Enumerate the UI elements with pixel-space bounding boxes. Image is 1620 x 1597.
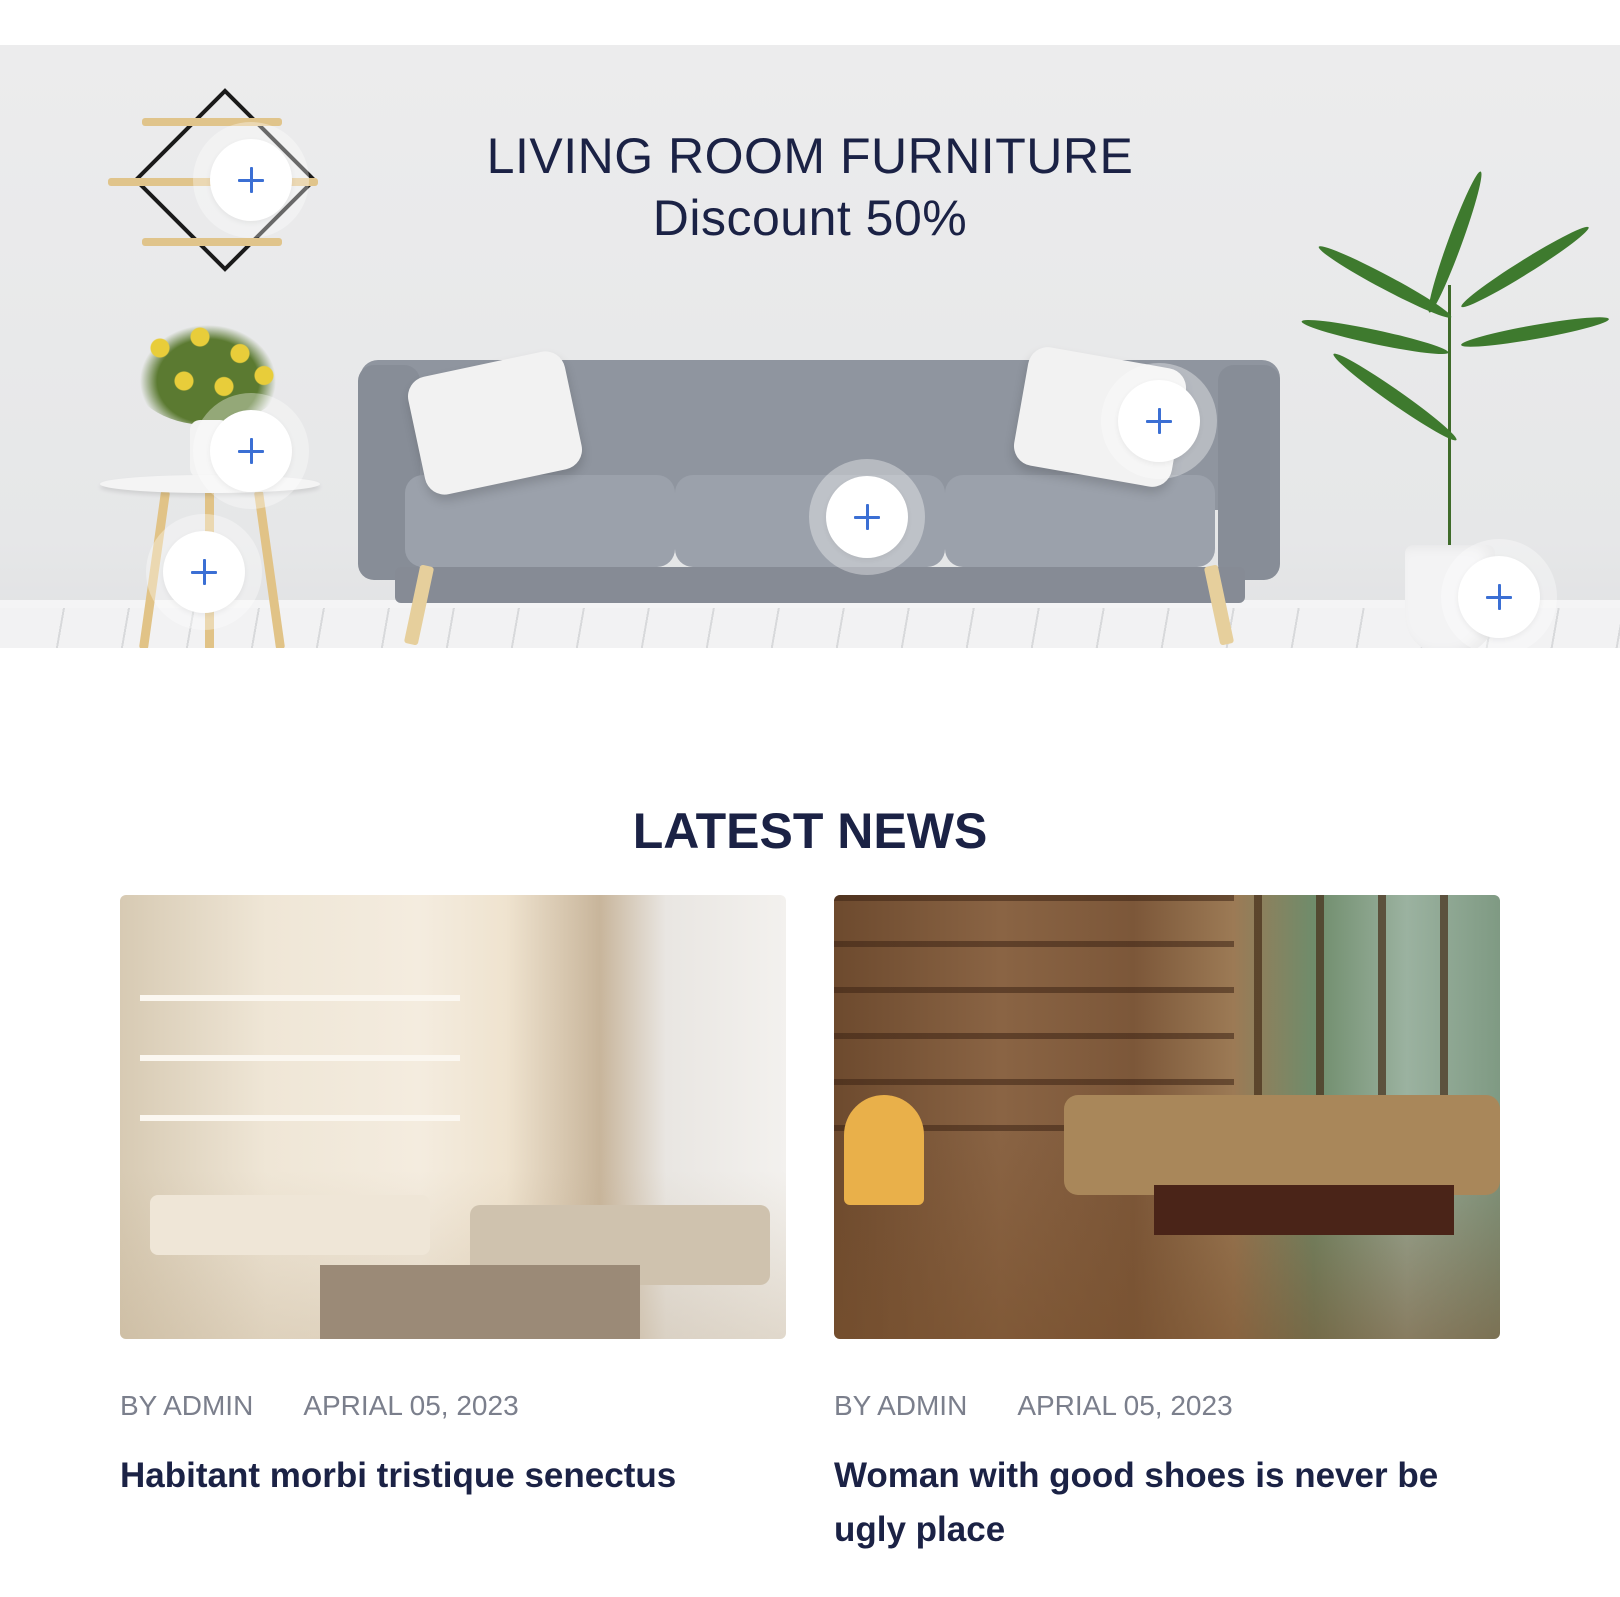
plant-stem <box>1448 285 1451 550</box>
plus-icon <box>210 139 292 221</box>
shelf-line <box>140 995 460 1001</box>
news-date: APRIAL 05, 2023 <box>1017 1390 1233 1421</box>
news-title[interactable]: Habitant morbi tristique senectus <box>120 1449 786 1503</box>
hero-banner: LIVING ROOM FURNITURE Discount 50% <box>0 45 1620 648</box>
plus-icon <box>163 531 245 613</box>
coffee-table-shape <box>320 1265 640 1339</box>
plus-icon <box>210 410 292 492</box>
hotspot-sofa[interactable] <box>809 459 925 575</box>
hotspot-plant-pot[interactable] <box>1441 539 1557 648</box>
news-meta: BY ADMIN APRIAL 05, 2023 <box>120 1389 786 1423</box>
hotspot-wall-shelf[interactable] <box>193 122 309 238</box>
section-title-latest-news: LATEST NEWS <box>632 803 988 859</box>
plus-icon <box>826 476 908 558</box>
plant-leaf <box>1300 314 1450 360</box>
hotspot-side-table[interactable] <box>193 393 309 509</box>
sofa-shape <box>1064 1095 1500 1195</box>
news-image-living-room[interactable] <box>120 895 786 1339</box>
plant-leaf <box>1329 348 1461 446</box>
plant-leaf <box>1459 312 1611 352</box>
news-card[interactable]: BY ADMIN APRIAL 05, 2023 Woman with good … <box>834 895 1500 1557</box>
hotspot-table-leg[interactable] <box>146 514 262 630</box>
lamp-shape <box>844 1095 924 1205</box>
news-author[interactable]: BY ADMIN <box>120 1390 253 1421</box>
plus-icon <box>1458 556 1540 638</box>
news-card[interactable]: BY ADMIN APRIAL 05, 2023 Habitant morbi t… <box>120 895 786 1503</box>
sofa-base <box>395 567 1245 603</box>
shelf-line <box>140 1055 460 1061</box>
plus-icon <box>1118 380 1200 462</box>
news-date: APRIAL 05, 2023 <box>303 1390 519 1421</box>
sofa-arm <box>1218 365 1280 580</box>
news-title[interactable]: Woman with good shoes is never be ugly p… <box>834 1449 1500 1557</box>
news-image-library-lounge[interactable] <box>834 895 1500 1339</box>
chair-shape <box>150 1195 430 1255</box>
news-author[interactable]: BY ADMIN <box>834 1390 967 1421</box>
news-meta: BY ADMIN APRIAL 05, 2023 <box>834 1389 1500 1423</box>
coffee-table-shape <box>1154 1185 1454 1235</box>
shelf-line <box>140 1115 460 1121</box>
hotspot-pillow[interactable] <box>1101 363 1217 479</box>
sofa-cushion <box>945 475 1215 567</box>
